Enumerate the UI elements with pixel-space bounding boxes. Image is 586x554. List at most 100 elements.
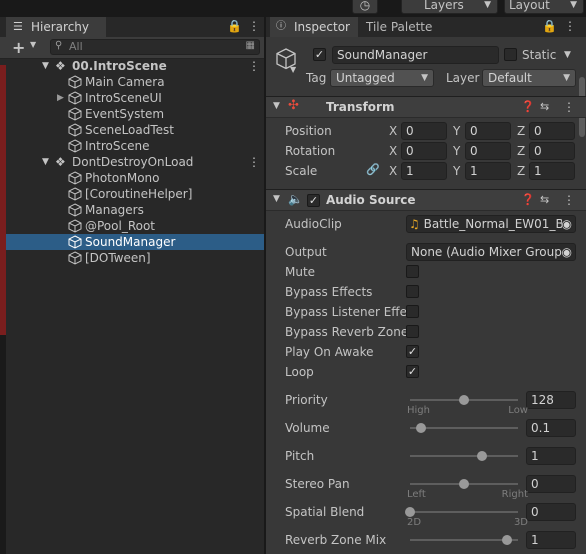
hierarchy-row[interactable]: Main Camera — [0, 74, 264, 90]
loop-toggle[interactable]: ✓ — [406, 365, 419, 378]
slider-value-field[interactable]: 0 — [526, 475, 576, 493]
expand-arrow-icon[interactable]: ▼ — [273, 194, 280, 204]
slider-track[interactable] — [410, 427, 518, 429]
axis-z-label[interactable]: Z — [517, 164, 525, 178]
hierarchy-search-input[interactable]: ⚲ All ▦ — [50, 39, 260, 55]
slider-label: Reverb Zone Mix — [285, 533, 387, 547]
scale-z-field[interactable]: 1 — [529, 162, 575, 180]
axis-y-label[interactable]: Y — [453, 144, 460, 158]
slider-track[interactable] — [410, 455, 518, 457]
slider-thumb[interactable] — [416, 423, 426, 433]
transform-header[interactable]: ▼ ✣ Transform ❓ ⇆ ⋮ — [266, 96, 586, 118]
slider-thumb[interactable] — [459, 479, 469, 489]
axis-x-label[interactable]: X — [389, 164, 397, 178]
scale-x-field[interactable]: 1 — [401, 162, 447, 180]
tab-tile-palette[interactable]: Tile Palette — [366, 17, 456, 37]
axis-y-label[interactable]: Y — [453, 164, 460, 178]
object-picker-icon[interactable]: ◉ — [561, 216, 572, 232]
layers-dropdown[interactable]: Layers ▼ — [401, 0, 498, 14]
more-options-icon[interactable]: ⋮ — [248, 154, 260, 170]
constrain-proportions-icon[interactable]: 🔗 — [366, 163, 380, 176]
help-icon[interactable]: ❓ — [521, 193, 535, 206]
slider-thumb[interactable] — [477, 451, 487, 461]
position-x-field[interactable]: 0 — [401, 122, 447, 140]
row-label: IntroScene — [85, 139, 150, 153]
hierarchy-scene-row[interactable]: ▼ ❖ DontDestroyOnLoad ⋮ — [0, 154, 264, 170]
object-picker-icon[interactable]: ◉ — [561, 244, 572, 260]
audio-source-enabled-toggle[interactable]: ✓ — [307, 194, 320, 207]
expand-arrow-icon[interactable]: ▼ — [42, 154, 49, 170]
hierarchy-row[interactable]: PhotonMono — [0, 170, 264, 186]
slider-value-field[interactable]: 1 — [526, 531, 576, 549]
slider-value-field[interactable]: 128 — [526, 391, 576, 409]
axis-y-label[interactable]: Y — [453, 124, 460, 138]
hierarchy-row[interactable]: Managers — [0, 202, 264, 218]
row-label: Managers — [85, 203, 144, 217]
layout-dropdown[interactable]: Layout ▼ — [504, 0, 584, 14]
add-icon[interactable]: + — [12, 38, 25, 57]
more-options-icon[interactable]: ⋮ — [248, 58, 260, 74]
search-filter-icon[interactable]: ▦ — [246, 40, 255, 51]
hierarchy-row[interactable]: [DOTween] — [0, 250, 264, 266]
hierarchy-row[interactable]: IntroScene — [0, 138, 264, 154]
output-field[interactable]: None (Audio Mixer Group) ◉ — [406, 243, 576, 261]
slider-thumb[interactable] — [502, 535, 512, 545]
slider-thumb[interactable] — [459, 395, 469, 405]
position-y-field[interactable]: 0 — [465, 122, 511, 140]
slider-thumb[interactable] — [405, 507, 415, 517]
more-options-icon[interactable]: ⋮ — [564, 19, 576, 33]
hierarchy-row[interactable]: SceneLoadTest — [0, 122, 264, 138]
bypass-reverb-zones-toggle[interactable] — [406, 325, 419, 338]
help-icon[interactable]: ❓ — [521, 100, 535, 113]
position-z-field[interactable]: 0 — [529, 122, 575, 140]
bypass-listener-effects-label: Bypass Listener Effec — [285, 305, 414, 319]
bypass-listener-effects-toggle[interactable] — [406, 305, 419, 318]
active-toggle[interactable]: ✓ — [313, 48, 326, 61]
lock-icon[interactable]: 🔒 — [542, 19, 557, 33]
audioclip-label: AudioClip — [285, 217, 342, 231]
mute-toggle[interactable] — [406, 265, 419, 278]
tag-dropdown[interactable]: Untagged ▼ — [330, 69, 434, 87]
audio-source-header[interactable]: ▼ 🔈 ✓ Audio Source ❓ ⇆ ⋮ — [266, 189, 586, 211]
axis-z-label[interactable]: Z — [517, 144, 525, 158]
slider-value-field[interactable]: 0 — [526, 503, 576, 521]
scale-y-field[interactable]: 1 — [465, 162, 511, 180]
more-options-icon[interactable]: ⋮ — [563, 193, 575, 207]
hierarchy-row[interactable]: ▶ IntroSceneUI — [0, 90, 264, 106]
slider-track[interactable] — [410, 511, 518, 513]
hierarchy-scene-row[interactable]: ▼ ❖ 00.IntroScene ⋮ — [0, 58, 264, 74]
expand-arrow-icon[interactable]: ▶ — [57, 90, 64, 106]
slider-label: Pitch — [285, 449, 315, 463]
object-name-field[interactable]: SoundManager — [332, 46, 499, 64]
play-on-awake-toggle[interactable]: ✓ — [406, 345, 419, 358]
chevron-down-icon[interactable]: ▼ — [564, 50, 571, 60]
chevron-down-icon[interactable]: ▼ — [30, 40, 36, 49]
axis-x-label[interactable]: X — [389, 124, 397, 138]
expand-arrow-icon[interactable]: ▼ — [273, 101, 280, 111]
bypass-effects-toggle[interactable] — [406, 285, 419, 298]
axis-z-label[interactable]: Z — [517, 124, 525, 138]
more-options-icon[interactable]: ⋮ — [563, 100, 575, 114]
rotation-x-field[interactable]: 0 — [401, 142, 447, 160]
chevron-down-icon[interactable]: ▼ — [290, 65, 296, 74]
static-toggle[interactable] — [504, 48, 517, 61]
more-options-icon[interactable]: ⋮ — [248, 19, 260, 33]
presets-icon[interactable]: ⇆ — [540, 193, 549, 206]
history-button[interactable]: ◷ — [352, 0, 378, 14]
layer-dropdown[interactable]: Default ▼ — [482, 69, 576, 87]
hierarchy-row-selected[interactable]: SoundManager — [6, 234, 264, 250]
tab-hierarchy[interactable]: ☰ Hierarchy — [6, 17, 106, 37]
slider-value-field[interactable]: 1 — [526, 447, 576, 465]
hierarchy-row[interactable]: EventSystem — [0, 106, 264, 122]
slider-value-field[interactable]: 0.1 — [526, 419, 576, 437]
expand-arrow-icon[interactable]: ▼ — [42, 58, 49, 74]
rotation-z-field[interactable]: 0 — [529, 142, 575, 160]
rotation-y-field[interactable]: 0 — [465, 142, 511, 160]
presets-icon[interactable]: ⇆ — [540, 100, 549, 113]
tab-inspector[interactable]: ⓘ Inspector — [270, 17, 358, 37]
audioclip-field[interactable]: ♫ Battle_Normal_EW01_B ◉ — [406, 215, 576, 233]
hierarchy-row[interactable]: @Pool_Root — [0, 218, 264, 234]
axis-x-label[interactable]: X — [389, 144, 397, 158]
hierarchy-row[interactable]: [CoroutineHelper] — [0, 186, 264, 202]
lock-icon[interactable]: 🔒 — [227, 19, 242, 33]
